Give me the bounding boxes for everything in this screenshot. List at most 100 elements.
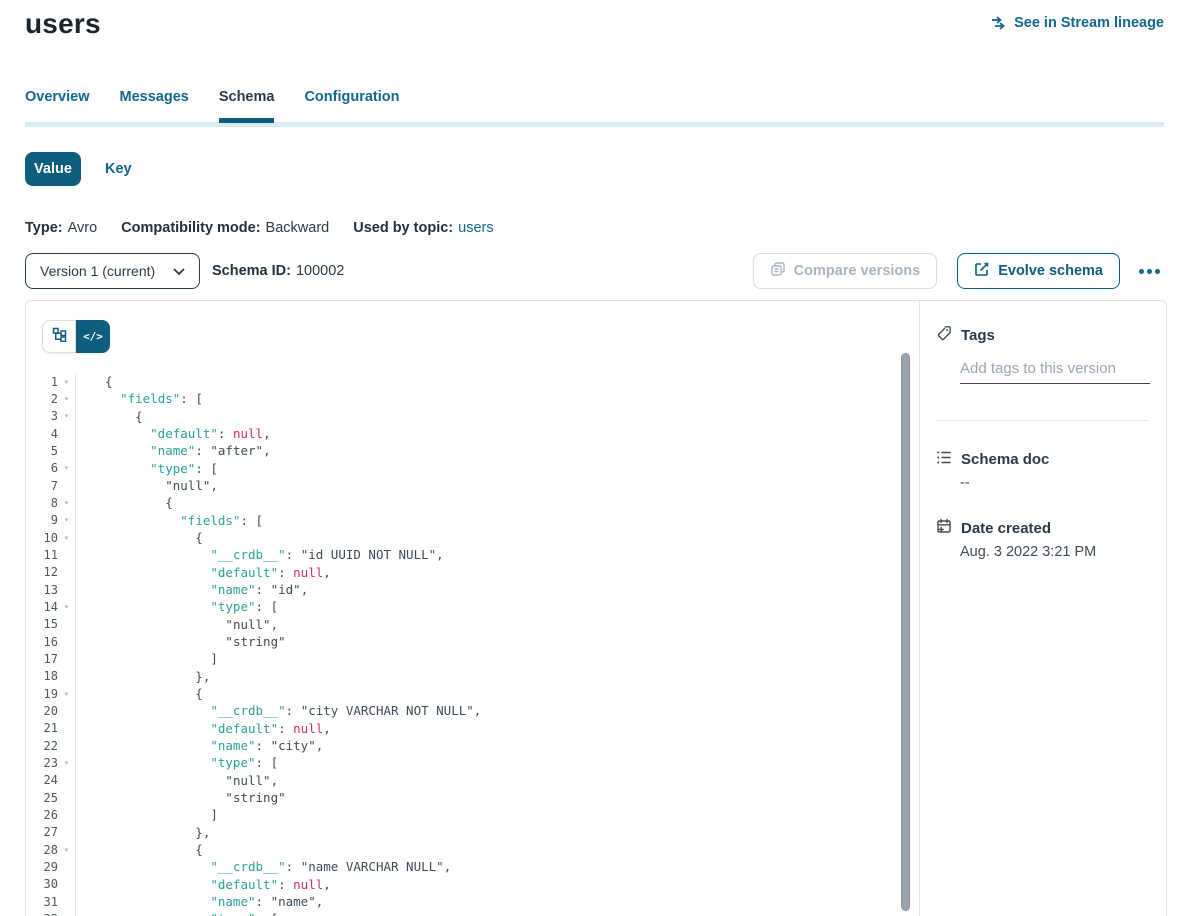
- code-text[interactable]: "name": "after",: [76, 443, 271, 458]
- page-title: users: [25, 8, 101, 40]
- tab-overview[interactable]: Overview: [25, 89, 90, 105]
- line-number: 28: [26, 843, 58, 857]
- code-text[interactable]: "default": null,: [76, 721, 331, 736]
- tab-schema[interactable]: Schema: [219, 89, 275, 105]
- fold-toggle-icon[interactable]: ▾: [58, 464, 75, 472]
- code-text[interactable]: {: [76, 686, 203, 701]
- tab-underline-track: [25, 122, 1164, 127]
- tab-bar: Overview Messages Schema Configuration: [25, 89, 1164, 118]
- tab-configuration[interactable]: Configuration: [304, 89, 399, 105]
- compare-versions-button[interactable]: Compare versions: [753, 253, 938, 289]
- code-text[interactable]: "type": [: [76, 461, 218, 476]
- compatibility-value: Backward: [266, 220, 330, 236]
- code-line: 13 "name": "id",: [26, 581, 921, 598]
- schema-editor: </> 1▾{2▾ "fields": [3▾ {4 "default": nu…: [26, 301, 921, 916]
- code-text[interactable]: "default": null,: [76, 426, 271, 441]
- line-number: 30: [26, 877, 58, 891]
- code-text[interactable]: "string": [76, 634, 286, 649]
- code-line: 1▾{: [26, 373, 921, 390]
- code-text[interactable]: ]: [76, 807, 218, 822]
- list-icon: [936, 450, 952, 469]
- code-text[interactable]: ]: [76, 651, 218, 666]
- topic-link[interactable]: users: [458, 220, 493, 236]
- fold-toggle-icon[interactable]: ▾: [58, 603, 75, 611]
- fold-toggle-icon[interactable]: ▾: [58, 395, 75, 403]
- line-number: 24: [26, 773, 58, 787]
- tree-view-button[interactable]: [42, 320, 76, 353]
- code-text[interactable]: "null",: [76, 478, 218, 493]
- line-number: 19: [26, 687, 58, 701]
- edit-schema-icon: [974, 261, 990, 281]
- code-text[interactable]: {: [76, 409, 143, 424]
- code-text[interactable]: "type": [: [76, 599, 278, 614]
- code-line: 23▾ "type": [: [26, 754, 921, 771]
- tag-icon: [936, 325, 952, 345]
- code-text[interactable]: "__crdb__": "city VARCHAR NOT NULL",: [76, 703, 481, 718]
- code-text[interactable]: },: [76, 825, 210, 840]
- code-line: 27 },: [26, 824, 921, 841]
- code-line: 10▾ {: [26, 529, 921, 546]
- fold-toggle-icon[interactable]: ▾: [58, 534, 75, 542]
- more-options-button[interactable]: [1135, 265, 1164, 278]
- value-toggle-button[interactable]: Value: [25, 152, 81, 186]
- code-text[interactable]: "__crdb__": "id UUID NOT NULL",: [76, 547, 444, 562]
- fold-toggle-icon[interactable]: ▾: [58, 516, 75, 524]
- schema-doc-value: --: [960, 475, 970, 491]
- line-number: 25: [26, 791, 58, 805]
- fold-toggle-icon[interactable]: ▾: [58, 499, 75, 507]
- version-select[interactable]: Version 1 (current): [25, 253, 200, 289]
- evolve-schema-button[interactable]: Evolve schema: [957, 253, 1120, 289]
- code-text[interactable]: "default": null,: [76, 565, 331, 580]
- code-text[interactable]: {: [76, 842, 203, 857]
- tab-messages[interactable]: Messages: [120, 89, 189, 105]
- code-text[interactable]: "name": "city",: [76, 738, 323, 753]
- line-number: 16: [26, 635, 58, 649]
- fold-toggle-icon[interactable]: ▾: [58, 690, 75, 698]
- fold-toggle-icon[interactable]: ▾: [58, 412, 75, 420]
- fold-toggle-icon[interactable]: ▾: [58, 846, 75, 854]
- code-text[interactable]: "fields": [: [76, 513, 263, 528]
- code-text[interactable]: "name": "name",: [76, 894, 323, 909]
- line-number: 26: [26, 808, 58, 822]
- line-number: 18: [26, 669, 58, 683]
- code-view-button[interactable]: </>: [76, 320, 110, 353]
- code-text[interactable]: "null",: [76, 617, 278, 632]
- tags-input[interactable]: [960, 358, 1150, 384]
- code-line: 30 "default": null,: [26, 876, 921, 893]
- code-text[interactable]: "type": [: [76, 911, 278, 916]
- code-line: 26 ]: [26, 806, 921, 823]
- code-text[interactable]: {: [76, 530, 203, 545]
- code-text[interactable]: "default": null,: [76, 877, 331, 892]
- code-text[interactable]: "__crdb__": "name VARCHAR NULL",: [76, 859, 451, 874]
- schema-doc-title: Schema doc: [961, 451, 1049, 468]
- code-text[interactable]: "string": [76, 790, 286, 805]
- code-line: 4 "default": null,: [26, 425, 921, 442]
- fold-toggle-icon[interactable]: ▾: [58, 378, 75, 386]
- code-text[interactable]: {: [76, 495, 173, 510]
- code-text[interactable]: },: [76, 669, 210, 684]
- key-toggle-button[interactable]: Key: [105, 161, 132, 177]
- version-select-value: Version 1 (current): [40, 263, 155, 279]
- code-text[interactable]: {: [76, 374, 113, 389]
- line-number: 8: [26, 496, 58, 510]
- code-line: 12 "default": null,: [26, 564, 921, 581]
- line-number: 14: [26, 600, 58, 614]
- type-label: Type:: [25, 220, 63, 236]
- code-text[interactable]: "null",: [76, 773, 278, 788]
- code-text[interactable]: "fields": [: [76, 391, 203, 406]
- code-text[interactable]: "name": "id",: [76, 582, 308, 597]
- code-text[interactable]: "type": [: [76, 755, 278, 770]
- line-number: 13: [26, 583, 58, 597]
- editor-scrollbar[interactable]: [901, 353, 910, 911]
- line-number: 5: [26, 444, 58, 458]
- line-number: 20: [26, 704, 58, 718]
- fold-toggle-icon[interactable]: ▾: [58, 759, 75, 767]
- date-created-section-header: Date created: [936, 518, 1051, 538]
- used-by-topic-label: Used by topic:: [353, 220, 453, 236]
- line-number: 11: [26, 548, 58, 562]
- see-in-stream-lineage-link[interactable]: See in Stream lineage: [990, 15, 1164, 31]
- code-line: 8▾ {: [26, 494, 921, 511]
- code-line: 19▾ {: [26, 685, 921, 702]
- code-line: 31 "name": "name",: [26, 893, 921, 910]
- line-number: 4: [26, 427, 58, 441]
